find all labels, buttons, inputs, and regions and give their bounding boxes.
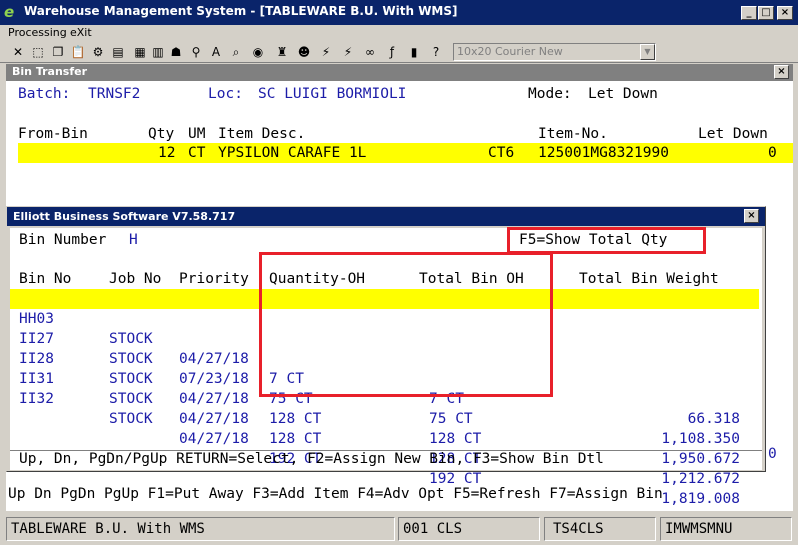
status-code1: 001 CLS (398, 517, 540, 541)
batch-label: Batch: (18, 86, 71, 102)
dialog-footer-keys: Up, Dn, PgDn/PgUp RETURN=Select, F2=Assi… (19, 451, 604, 467)
book-icon[interactable]: ▮ (406, 44, 422, 60)
mode-value: Let Down (588, 86, 658, 102)
row-total-oh: 128 CT (429, 431, 482, 447)
table-row[interactable]: 12 CT YPSILON CARAFE 1L CT6 125001MG8321… (18, 143, 793, 163)
menu-bar: Processing eXit (0, 25, 798, 42)
main-title-bar: e Warehouse Management System - [TABLEWA… (0, 0, 798, 25)
col-total-bin-weight: Total Bin Weight (579, 271, 719, 287)
bin-number-label: Bin Number (19, 232, 107, 248)
globe-icon[interactable]: ◉ (250, 44, 266, 60)
row-item-no: 125001MG8321990 (538, 145, 669, 161)
loc-label: Loc: (208, 86, 243, 102)
app-logo-icon: e (4, 3, 15, 21)
link-icon[interactable]: ∞ (362, 44, 378, 60)
col-qty: Qty (148, 126, 175, 142)
bin-transfer-title-bar: Bin Transfer × (6, 64, 793, 81)
col-item-no: Item-No. (538, 126, 608, 142)
col-from-bin: From-Bin (18, 126, 88, 142)
close-button[interactable]: × (777, 6, 793, 20)
maximize-button[interactable]: □ (758, 6, 774, 20)
f5-annotation-box (507, 227, 706, 254)
row-weight: 66.318 (687, 411, 740, 427)
row-job: STOCK (109, 411, 153, 427)
row-priority: 04/27/18 (179, 411, 249, 427)
cut-icon[interactable]: ✕ (10, 44, 26, 60)
status-program: IMWMSMNU (660, 517, 792, 541)
row-weight: 1,212.672 (661, 471, 740, 487)
mode-label: Mode: (528, 86, 572, 102)
bin-number-value[interactable]: H (129, 230, 138, 250)
notes-icon[interactable]: ▥ (150, 44, 166, 60)
row-total-oh: 192 CT (429, 471, 482, 487)
bin-transfer-close-button[interactable]: × (774, 65, 789, 79)
col-item-desc: Item Desc. (218, 126, 306, 142)
print-icon[interactable]: ▤ (110, 44, 126, 60)
status-code2: TS4CLS (544, 517, 656, 541)
menu-exit[interactable]: eXit (70, 26, 92, 39)
chevron-down-icon[interactable]: ▼ (640, 44, 655, 60)
row-total-oh: 75 CT (429, 411, 473, 427)
dialog-close-button[interactable]: × (744, 209, 759, 223)
bin-transfer-title: Bin Transfer (12, 65, 88, 78)
row-priority: 04/27/18 (179, 391, 249, 407)
side-value: 0 (768, 446, 777, 462)
col-let-down: Let Down (698, 126, 768, 142)
font-selector[interactable]: 10x20 Courier New ▼ (453, 43, 656, 61)
col-um: UM (188, 126, 206, 142)
font-selector-value: 10x20 Courier New (457, 45, 563, 58)
minimize-button[interactable]: _ (741, 6, 757, 20)
batch-value: TRNSF2 (88, 86, 141, 102)
toolbar: ✕ ⬚ ❐ 📋 ⚙ ▤ ▦ ▥ ☗ ⚲ A ⌕ ◉ ♜ ☻ ⚡ ⚡ ∞ ƒ ▮ … (0, 42, 798, 63)
row-weight: 1,819.008 (661, 491, 740, 507)
row-item-desc: YPSILON CARAFE 1L (218, 145, 367, 161)
formula-icon[interactable]: ƒ (384, 44, 400, 60)
app-title: Warehouse Management System - [TABLEWARE… (24, 4, 458, 18)
dialog-title-bar: Elliott Business Software V7.58.717 × (7, 207, 765, 226)
dialog-title: Elliott Business Software V7.58.717 (13, 210, 236, 223)
bin-lookup-dialog: Elliott Business Software V7.58.717 × Bi… (6, 206, 766, 507)
row-let-down: 0 (768, 145, 777, 161)
col-job-no: Job No (109, 271, 162, 287)
row-qty-oh: 128 CT (269, 431, 322, 447)
runner-icon[interactable]: ♜ (274, 44, 290, 60)
search-icon[interactable]: ⌕ (228, 44, 244, 60)
row-bin: II32 (19, 391, 54, 407)
row-qty: 12 (158, 145, 176, 161)
select-icon[interactable]: ⬚ (30, 44, 46, 60)
loc-value: SC LUIGI BORMIOLI (258, 86, 407, 102)
col-bin-no: Bin No (19, 271, 72, 287)
copy-icon[interactable]: ❐ (50, 44, 66, 60)
row-code: CT6 (488, 145, 515, 161)
bolt-doc-icon[interactable]: ⚡ (340, 44, 356, 60)
status-company: TABLEWARE B.U. With WMS (6, 517, 395, 541)
document-icon[interactable]: ▦ (132, 44, 148, 60)
face-icon[interactable]: ☻ (296, 44, 312, 60)
row-qty-oh: 128 CT (269, 411, 322, 427)
text-a-icon[interactable]: A (208, 44, 224, 60)
bin-transfer-footer-keys: Up Dn PgDn PgUp F1=Put Away F3=Add Item … (8, 486, 663, 502)
binoculars-icon[interactable]: ⚲ (188, 44, 204, 60)
paste-icon[interactable]: 📋 (70, 44, 86, 60)
row-weight: 1,950.672 (661, 451, 740, 467)
settings-icon[interactable]: ⚙ (90, 44, 106, 60)
menu-processing[interactable]: Processing (8, 26, 67, 39)
user-icon[interactable]: ☗ (168, 44, 184, 60)
row-um: CT (188, 145, 206, 161)
quantity-annotation-box (259, 252, 553, 397)
help-icon[interactable]: ? (428, 44, 444, 60)
row-job: STOCK (109, 391, 153, 407)
status-bar: TABLEWARE B.U. With WMS 001 CLS TS4CLS I… (0, 513, 798, 545)
row-weight: 1,108.350 (661, 431, 740, 447)
col-priority: Priority (179, 271, 249, 287)
row-priority: 04/27/18 (179, 431, 249, 447)
lightning-icon[interactable]: ⚡ (318, 44, 334, 60)
